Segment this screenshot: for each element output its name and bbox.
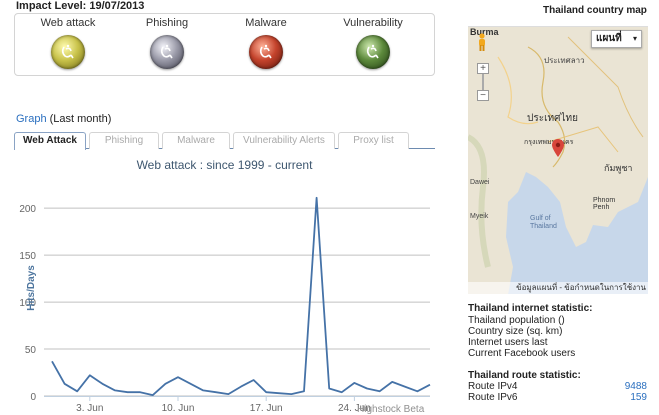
map-type-label: แผนที่: [596, 33, 622, 44]
chart-credit[interactable]: Highstock Beta: [357, 404, 424, 415]
y-tick-label: 150: [19, 251, 36, 262]
tab-proxy-list[interactable]: Proxy list: [338, 132, 409, 149]
route-ipv6-label: Route IPv6: [468, 392, 518, 403]
x-tick-label: 10. Jun: [162, 403, 195, 414]
stat-country-size: Country size (sq. km): [468, 326, 563, 337]
route-statistic-title: Thailand route statistic:: [468, 370, 581, 381]
map-label-cambodia: กัมพูชา: [604, 163, 633, 173]
x-tick-label: 17. Jun: [250, 403, 283, 414]
impact-item-vulnerability[interactable]: Vulnerability: [333, 17, 413, 69]
map-label-phnom-penh: Phnom Penh: [593, 197, 616, 211]
x-tick-label: 3. Jun: [76, 403, 103, 414]
impact-item-malware[interactable]: Malware: [226, 17, 306, 69]
y-tick-label: 200: [19, 204, 36, 215]
y-axis-label: Hits/Days: [26, 265, 37, 311]
web-attack-chart: 050100150200Hits/Days3. Jun 10. Jun 17. Ju…: [19, 196, 431, 414]
impact-item-web-attack[interactable]: Web attack: [28, 17, 108, 69]
malware-orb-icon: [249, 35, 283, 69]
thailand-map[interactable]: Burma ประเทศไทย ประเทศลาว กรุงเทพมหานคร …: [468, 26, 648, 294]
phishing-orb-icon: [150, 35, 184, 69]
web-attack-orb-icon: [51, 35, 85, 69]
map-label-dawei: Dawei: [470, 179, 490, 186]
graph-tabs: Web Attack Phishing Malware Vulnerabilit…: [14, 132, 435, 150]
map-label-gulf: Gulf of Thailand: [530, 215, 557, 230]
map-title: Thailand country map: [543, 5, 647, 16]
impact-label: Malware: [245, 17, 287, 29]
map-label-laos: ประเทศลาว: [544, 56, 585, 65]
map-attribution[interactable]: ข้อมูลแผนที่ - ข้อกำหนดในการใช้งาน: [468, 282, 648, 294]
map-label-bangkok: กรุงเทพมหานคร: [524, 139, 574, 146]
impact-label: Vulnerability: [343, 17, 403, 29]
route-ipv6-value[interactable]: 159: [630, 392, 647, 403]
map-zoom-control: + −: [477, 63, 489, 101]
stat-internet-users: Internet users last: [468, 337, 548, 348]
route-ipv4-value[interactable]: 9488: [625, 381, 647, 392]
impact-level-title: Impact Level: 19/07/2013: [16, 0, 145, 12]
vulnerability-orb-icon: [356, 35, 390, 69]
graph-link[interactable]: Graph: [16, 113, 47, 125]
graph-heading: Graph (Last month): [16, 113, 111, 125]
impact-label: Phishing: [145, 17, 189, 29]
series-line: [51, 196, 431, 397]
y-tick-label: 50: [25, 345, 37, 356]
tab-phishing[interactable]: Phishing: [89, 132, 159, 149]
map-type-selector[interactable]: แผนที่ ▾: [591, 30, 642, 48]
zoom-in-button[interactable]: +: [477, 63, 489, 74]
tab-malware[interactable]: Malware: [162, 132, 230, 149]
zoom-slider-track[interactable]: [482, 74, 484, 90]
map-label-thailand: ประเทศไทย: [527, 113, 578, 124]
impact-label: Web attack: [40, 17, 96, 29]
tab-web-attack[interactable]: Web Attack: [14, 132, 86, 150]
internet-statistic-title: Thailand internet statistic:: [468, 303, 593, 314]
impact-item-phishing[interactable]: Phishing: [127, 17, 207, 69]
tab-vulnerability-alerts[interactable]: Vulnerability Alerts: [233, 132, 335, 149]
map-marker-icon[interactable]: [552, 139, 564, 160]
y-tick-label: 0: [30, 392, 36, 403]
map-label-myeik: Myeik: [470, 213, 489, 220]
chevron-down-icon: ▾: [632, 34, 637, 43]
graph-period: (Last month): [46, 113, 112, 125]
street-view-pegman-icon[interactable]: [476, 33, 488, 51]
zoom-out-button[interactable]: −: [477, 90, 489, 101]
impact-level-panel: Web attack Phishing Malware Vulnerabilit…: [14, 13, 435, 76]
stat-population: Thailand population (): [468, 315, 565, 326]
route-ipv4-label: Route IPv4: [468, 381, 518, 392]
stat-facebook-users: Current Facebook users: [468, 348, 576, 359]
